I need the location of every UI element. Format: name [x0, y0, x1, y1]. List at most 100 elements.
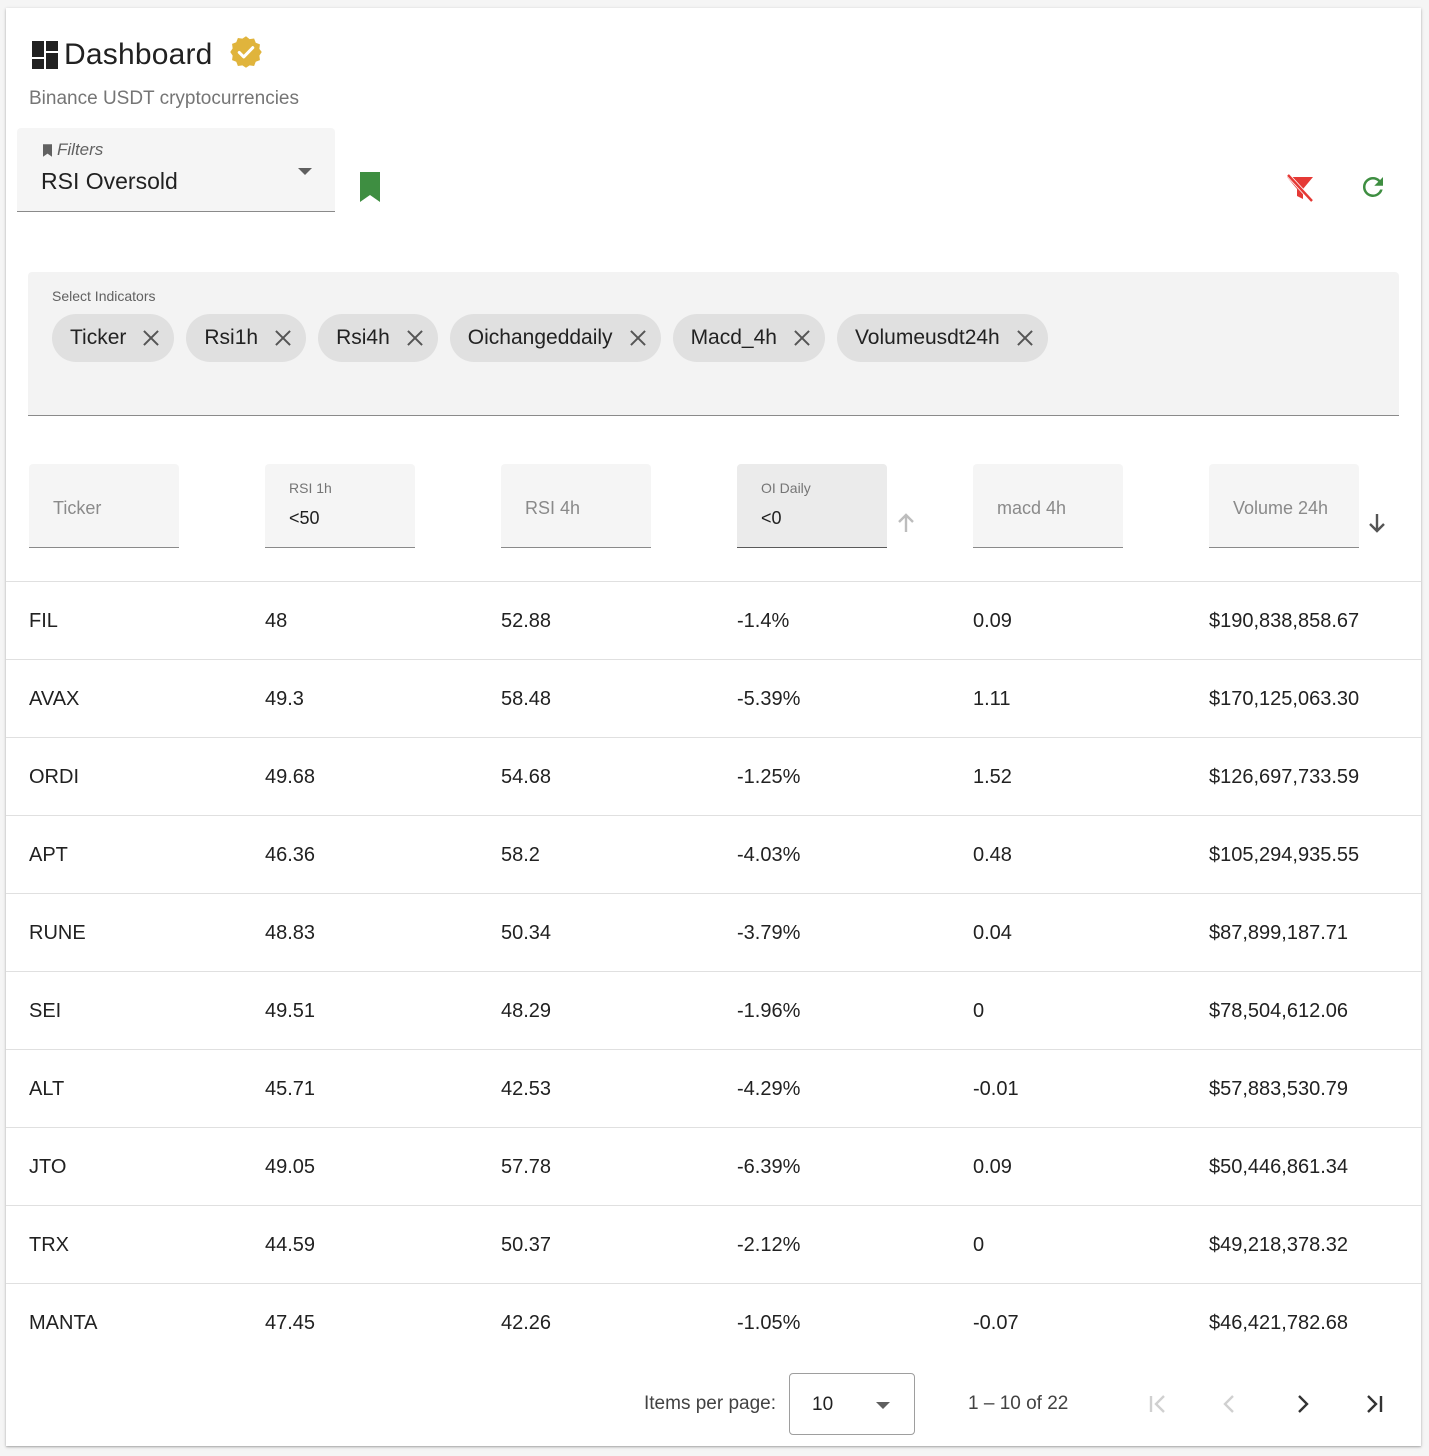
cell-rsi-4h: 50.37	[501, 1234, 552, 1256]
cell-rsi-1h: 48	[265, 610, 288, 632]
cell-rsi-1h: 49.05	[265, 1156, 316, 1178]
paginator: Items per page: 10 1 – 10 of 22	[6, 1373, 1421, 1435]
column-filter-value: <50	[289, 508, 320, 528]
chip-macd-4h[interactable]: Macd_4h	[672, 314, 825, 362]
next-page-button[interactable]	[1287, 1389, 1317, 1419]
cell-macd-4h: 0	[973, 1234, 985, 1256]
cell-oi-daily: -4.29%	[737, 1078, 801, 1100]
indicators-label: Select Indicators	[52, 288, 156, 304]
last-page-button[interactable]	[1359, 1389, 1389, 1419]
table-row[interactable]: JTO 49.05 57.78 -6.39% 0.09 $50,446,861.…	[6, 1127, 1421, 1205]
close-icon[interactable]	[274, 329, 292, 347]
column-filter-rsi-1h[interactable]: RSI 1h <50	[265, 464, 415, 548]
cell-oi-daily: -1.4%	[737, 610, 790, 632]
column-filter-value: <0	[761, 508, 782, 528]
cell-macd-4h: 0.04	[973, 922, 1012, 944]
cell-macd-4h: 1.52	[973, 766, 1012, 788]
cell-rsi-1h: 46.36	[265, 844, 316, 866]
cell-oi-daily: -1.96%	[737, 1000, 801, 1022]
refresh-button[interactable]	[1358, 172, 1388, 202]
cell-oi-daily: -1.05%	[737, 1312, 801, 1334]
cell-rsi-4h: 48.29	[501, 1000, 552, 1022]
cell-oi-daily: -1.25%	[737, 766, 801, 788]
table-row[interactable]: ALT 45.71 42.53 -4.29% -0.01 $57,883,530…	[6, 1049, 1421, 1127]
cell-rsi-4h: 54.68	[501, 766, 552, 788]
items-per-page-select[interactable]: 10	[789, 1373, 915, 1435]
dashboard-card: Dashboard Binance USDT cryptocurrencies …	[6, 8, 1421, 1446]
cell-oi-daily: -5.39%	[737, 688, 801, 710]
chip-oichangeddaily[interactable]: Oichangeddaily	[449, 314, 661, 362]
column-label: RSI 1h	[289, 480, 332, 496]
cell-oi-daily: -2.12%	[737, 1234, 801, 1256]
filters-label-text: Filters	[57, 140, 104, 159]
cell-volume-24h: $78,504,612.06	[1209, 1000, 1349, 1022]
indicator-chip-list: Ticker Rsi1h Rsi4h Oichangeddaily Macd_4…	[52, 314, 1048, 362]
items-per-page-label: Items per page:	[644, 1393, 777, 1414]
column-filter-macd-4h[interactable]: macd 4h	[973, 464, 1123, 548]
sort-arrow-down-icon[interactable]	[1367, 512, 1387, 534]
chip-rsi4h[interactable]: Rsi4h	[318, 314, 438, 362]
table-row[interactable]: RUNE 48.83 50.34 -3.79% 0.04 $87,899,187…	[6, 893, 1421, 971]
table-row[interactable]: TRX 44.59 50.37 -2.12% 0 $49,218,378.32	[6, 1205, 1421, 1283]
items-per-page-value: 10	[812, 1394, 834, 1415]
save-filter-bookmark-button[interactable]	[358, 172, 382, 202]
filters-select[interactable]: Filters RSI Oversold	[17, 128, 335, 212]
table-body: FIL 48 52.88 -1.4% 0.09 $190,838,858.67 …	[6, 581, 1421, 1361]
filters-label: Filters	[43, 140, 103, 160]
cell-rsi-4h: 42.26	[501, 1312, 552, 1334]
cell-macd-4h: -0.01	[973, 1078, 1019, 1100]
column-placeholder: Ticker	[53, 498, 102, 518]
cell-rsi-4h: 50.34	[501, 922, 552, 944]
cell-ticker: FIL	[29, 610, 58, 632]
cell-ticker: MANTA	[29, 1312, 98, 1334]
close-icon[interactable]	[406, 329, 424, 347]
cell-macd-4h: 0	[973, 1000, 985, 1022]
table-row[interactable]: SEI 49.51 48.29 -1.96% 0 $78,504,612.06	[6, 971, 1421, 1049]
clear-filter-button[interactable]	[1284, 172, 1316, 204]
cell-rsi-1h: 44.59	[265, 1234, 316, 1256]
cell-ticker: SEI	[29, 1000, 62, 1022]
column-placeholder: Volume 24h	[1233, 498, 1329, 518]
cell-ticker: TRX	[29, 1234, 69, 1256]
table-row[interactable]: ORDI 49.68 54.68 -1.25% 1.52 $126,697,73…	[6, 737, 1421, 815]
close-icon[interactable]	[629, 329, 647, 347]
cell-ticker: APT	[29, 844, 68, 866]
close-icon[interactable]	[142, 329, 160, 347]
cell-rsi-4h: 57.78	[501, 1156, 552, 1178]
sort-arrow-up-icon[interactable]	[896, 512, 916, 534]
chip-rsi1h[interactable]: Rsi1h	[186, 314, 307, 362]
chip-ticker[interactable]: Ticker	[52, 314, 175, 362]
cell-volume-24h: $46,421,782.68	[1209, 1312, 1349, 1334]
column-label: OI Daily	[761, 480, 811, 496]
table-row[interactable]: AVAX 49.3 58.48 -5.39% 1.11 $170,125,063…	[6, 659, 1421, 737]
cell-rsi-4h: 58.2	[501, 844, 540, 866]
cell-ticker: ALT	[29, 1078, 65, 1100]
cell-volume-24h: $105,294,935.55	[1209, 844, 1360, 866]
previous-page-button[interactable]	[1215, 1389, 1245, 1419]
table-row[interactable]: MANTA 47.45 42.26 -1.05% -0.07 $46,421,7…	[6, 1283, 1421, 1361]
cell-ticker: AVAX	[29, 688, 80, 710]
cell-volume-24h: $190,838,858.67	[1209, 610, 1360, 632]
first-page-button[interactable]	[1143, 1389, 1173, 1419]
table-row[interactable]: FIL 48 52.88 -1.4% 0.09 $190,838,858.67	[6, 581, 1421, 659]
filters-selected-value: RSI Oversold	[41, 168, 178, 194]
cell-rsi-4h: 42.53	[501, 1078, 552, 1100]
chip-volumeusdt24h[interactable]: Volumeusdt24h	[836, 314, 1048, 362]
page-header: Dashboard	[32, 38, 213, 72]
chevron-down-icon	[298, 168, 312, 175]
table-row[interactable]: APT 46.36 58.2 -4.03% 0.48 $105,294,935.…	[6, 815, 1421, 893]
cell-rsi-1h: 45.71	[265, 1078, 316, 1100]
column-filter-ticker[interactable]: Ticker	[29, 464, 179, 548]
cell-oi-daily: -6.39%	[737, 1156, 801, 1178]
cell-rsi-1h: 48.83	[265, 922, 316, 944]
column-filter-volume-24h[interactable]: Volume 24h	[1209, 464, 1359, 548]
cell-macd-4h: -0.07	[973, 1312, 1019, 1334]
column-filter-oi-daily[interactable]: OI Daily <0	[737, 464, 887, 548]
close-icon[interactable]	[793, 329, 811, 347]
close-icon[interactable]	[1016, 329, 1034, 347]
cell-rsi-4h: 58.48	[501, 688, 552, 710]
column-placeholder: RSI 4h	[525, 498, 581, 518]
column-filter-rsi-4h[interactable]: RSI 4h	[501, 464, 651, 548]
indicators-chip-input[interactable]: Select Indicators Ticker Rsi1h Rsi4h Oic…	[28, 272, 1399, 416]
cell-volume-24h: $50,446,861.34	[1209, 1156, 1349, 1178]
